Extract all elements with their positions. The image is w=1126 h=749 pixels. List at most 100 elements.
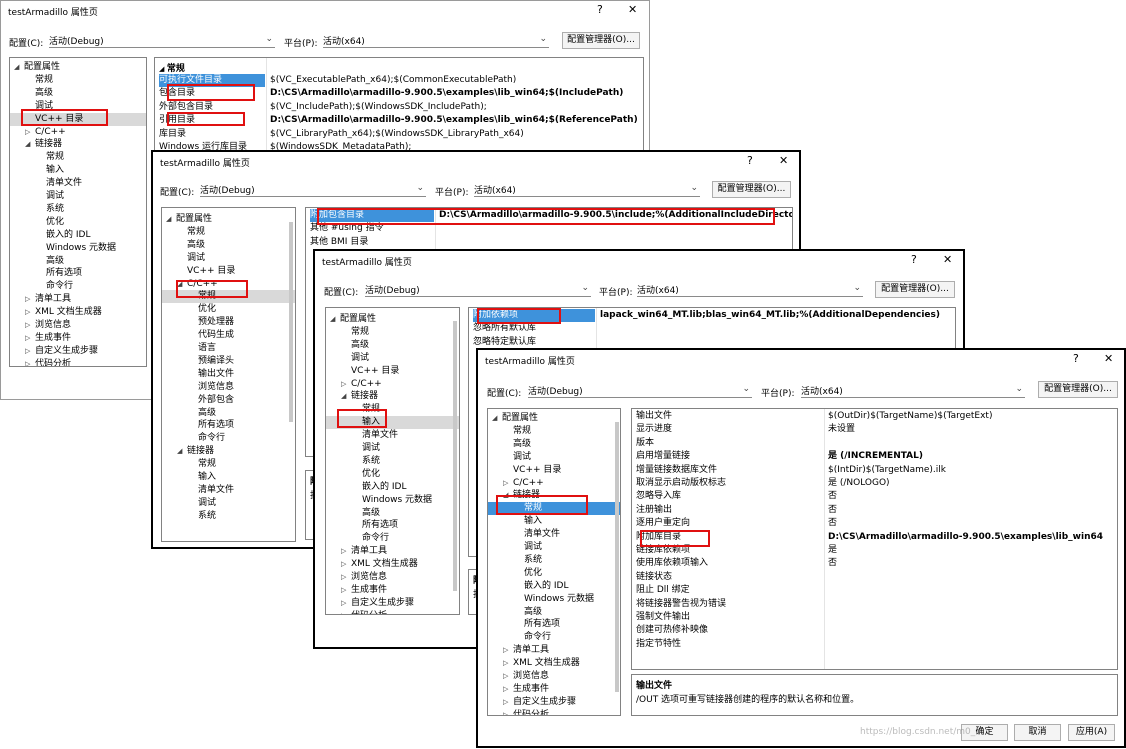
property-row[interactable]: 使用库依赖项输入 否 [632,557,1117,570]
property-row[interactable]: 其他 #using 指令 [306,222,792,235]
tree-item[interactable]: 常规 [162,226,295,239]
apply-button[interactable]: 应用(A) [1068,724,1115,741]
tree-item[interactable]: 常规 [488,425,620,438]
property-row[interactable]: 显示进度 未设置 [632,423,1117,436]
tree-item[interactable]: 优化 [10,216,146,229]
property-row[interactable]: 外部包含目录 $(VC_IncludePath);$(WindowsSDK_Inc… [155,101,643,114]
platform-dropdown[interactable]: 活动(x64) ⌄ [323,34,549,48]
collapsed-arrow-icon[interactable]: ▷ [341,597,348,610]
tree-item[interactable]: 高级 [488,438,620,451]
tree-item[interactable]: ▷ XML 文档生成器 [488,657,620,670]
collapsed-arrow-icon[interactable]: ▷ [503,709,510,715]
tree-item[interactable]: 输入 [10,164,146,177]
tree-item[interactable]: 所有选项 [488,618,620,631]
property-row[interactable]: 增量链接数据库文件 $(IntDir)$(TargetName).ilk [632,464,1117,477]
tree-item[interactable]: ▷ C/C++ [326,378,459,391]
tree-item[interactable]: 优化 [162,303,295,316]
property-value[interactable]: 否 [828,517,837,530]
collapsed-arrow-icon[interactable]: ▷ [25,358,32,366]
config-dropdown[interactable]: 活动(Debug) ⌄ [365,283,591,297]
property-value[interactable]: 否 [828,504,837,517]
tree-item[interactable]: 嵌入的 IDL [10,229,146,242]
tree-item[interactable]: ▷ C/C++ [10,126,146,139]
help-button[interactable]: ? [747,154,753,167]
tree-item[interactable]: 调试 [488,541,620,554]
tree-item[interactable]: 常规 [10,151,146,164]
tree-item[interactable]: VC++ 目录 [162,265,295,278]
tree-item[interactable]: ◢ 配置属性 [488,412,620,425]
tree-item[interactable]: ▷ 自定义生成步骤 [10,345,146,358]
tree-item[interactable]: VC++ 目录 [326,365,459,378]
property-value[interactable]: 否 [828,490,837,503]
property-row[interactable]: 启用增量链接 是 (/INCREMENTAL) [632,450,1117,463]
collapsed-arrow-icon[interactable]: ▷ [503,683,510,696]
property-row[interactable]: 输出文件 $(OutDir)$(TargetName)$(TargetExt) [632,410,1117,423]
property-value[interactable]: $(VC_ExecutablePath_x64);$(CommonExecuta… [270,74,516,87]
expand-arrow-icon[interactable]: ◢ [166,213,173,226]
property-row[interactable]: 链接状态 [632,571,1117,584]
tree-item[interactable]: ▷ XML 文档生成器 [10,306,146,319]
tree-item[interactable]: ▷ 自定义生成步骤 [488,696,620,709]
config-dropdown[interactable]: 活动(Debug) ⌄ [200,183,426,197]
tree-item[interactable]: 高级 [162,407,295,420]
config-dropdown[interactable]: 活动(Debug) ⌄ [49,34,275,48]
tree-item[interactable]: 命令行 [10,280,146,293]
expand-arrow-icon[interactable]: ◢ [492,412,499,425]
config-manager-button[interactable]: 配置管理器(O)... [562,32,640,49]
property-row[interactable]: 其他 BMI 目录 [306,236,792,249]
tree-item[interactable]: 常规 [488,502,620,516]
expand-arrow-icon[interactable]: ◢ [25,138,32,151]
collapsed-arrow-icon[interactable]: ▷ [341,545,348,558]
tree-item[interactable]: ◢ C/C++ [162,278,295,291]
tree-scrollbar[interactable] [289,222,293,422]
tree-item[interactable]: ◢ 链接器 [326,390,459,403]
cancel-button[interactable]: 取消 [1014,724,1061,741]
tree-item[interactable]: 调试 [326,442,459,455]
collapsed-arrow-icon[interactable]: ▷ [341,571,348,584]
tree-item[interactable]: 输入 [326,416,459,430]
tree-item[interactable]: ▷代码分析 [488,709,620,715]
close-button[interactable]: ✕ [628,3,637,16]
tree-item[interactable]: 系统 [10,203,146,216]
property-value[interactable]: D:\CS\Armadillo\armadillo-9.900.5\includ… [439,209,792,222]
property-row[interactable]: 版本 [632,437,1117,450]
tree-item[interactable]: 优化 [488,567,620,580]
tree-item[interactable]: ▷ 生成事件 [10,332,146,345]
property-value[interactable]: 是 [828,544,837,557]
tree-item[interactable]: 系统 [162,510,295,523]
collapsed-arrow-icon[interactable]: ▷ [25,332,32,345]
tree-item[interactable]: ◢ 配置属性 [10,61,146,74]
property-row[interactable]: 包含目录 D:\CS\Armadillo\armadillo-9.900.5\ex… [155,87,643,100]
property-row[interactable]: 创建可热修补映像 [632,624,1117,637]
property-row[interactable]: 附加依赖项 lapack_win64_MT.lib;blas_win64_MT.l… [469,309,955,322]
tree-item[interactable]: Windows 元数据 [10,242,146,255]
tree-item[interactable]: ◢ 配置属性 [326,313,459,326]
collapsed-arrow-icon[interactable]: ▷ [25,306,32,319]
property-value[interactable]: $(IntDir)$(TargetName).ilk [828,464,946,477]
tree-item[interactable]: 输入 [162,471,295,484]
property-value[interactable]: 未设置 [828,423,855,436]
property-row[interactable]: 附加库目录 D:\CS\Armadillo\armadillo-9.900.5\e… [632,531,1117,544]
tree-item[interactable]: ▷代码分析 [10,358,146,366]
tree-item[interactable]: 输入 [488,515,620,528]
property-row[interactable]: 逐用户重定向 否 [632,517,1117,530]
property-row[interactable]: 忽略所有默认库 [469,322,955,335]
tree-item[interactable]: 常规 [326,326,459,339]
close-button[interactable]: ✕ [1104,352,1113,365]
property-row[interactable]: 指定节特性 [632,638,1117,651]
tree-item[interactable]: ▷ 清单工具 [10,293,146,306]
tree-item[interactable]: ◢ 链接器 [162,445,295,458]
tree-item[interactable]: ◢ 链接器 [488,489,620,502]
tree-item[interactable]: ▷ 浏览信息 [326,571,459,584]
tree-item[interactable]: 系统 [488,554,620,567]
config-manager-button[interactable]: 配置管理器(O)... [1038,381,1118,398]
tree-item[interactable]: ▷ 清单工具 [326,545,459,558]
tree-item[interactable]: ▷ 浏览信息 [10,319,146,332]
tree-item[interactable]: 常规 [10,74,146,87]
property-value[interactable]: D:\CS\Armadillo\armadillo-9.900.5\exampl… [270,114,638,127]
property-value[interactable]: $(VC_IncludePath);$(WindowsSDK_IncludePa… [270,101,487,114]
tree-item[interactable]: 外部包含 [162,394,295,407]
expand-arrow-icon[interactable]: ◢ [14,61,21,74]
tree-item[interactable]: ◢ 链接器 [10,138,146,151]
collapsed-arrow-icon[interactable]: ▷ [25,345,32,358]
